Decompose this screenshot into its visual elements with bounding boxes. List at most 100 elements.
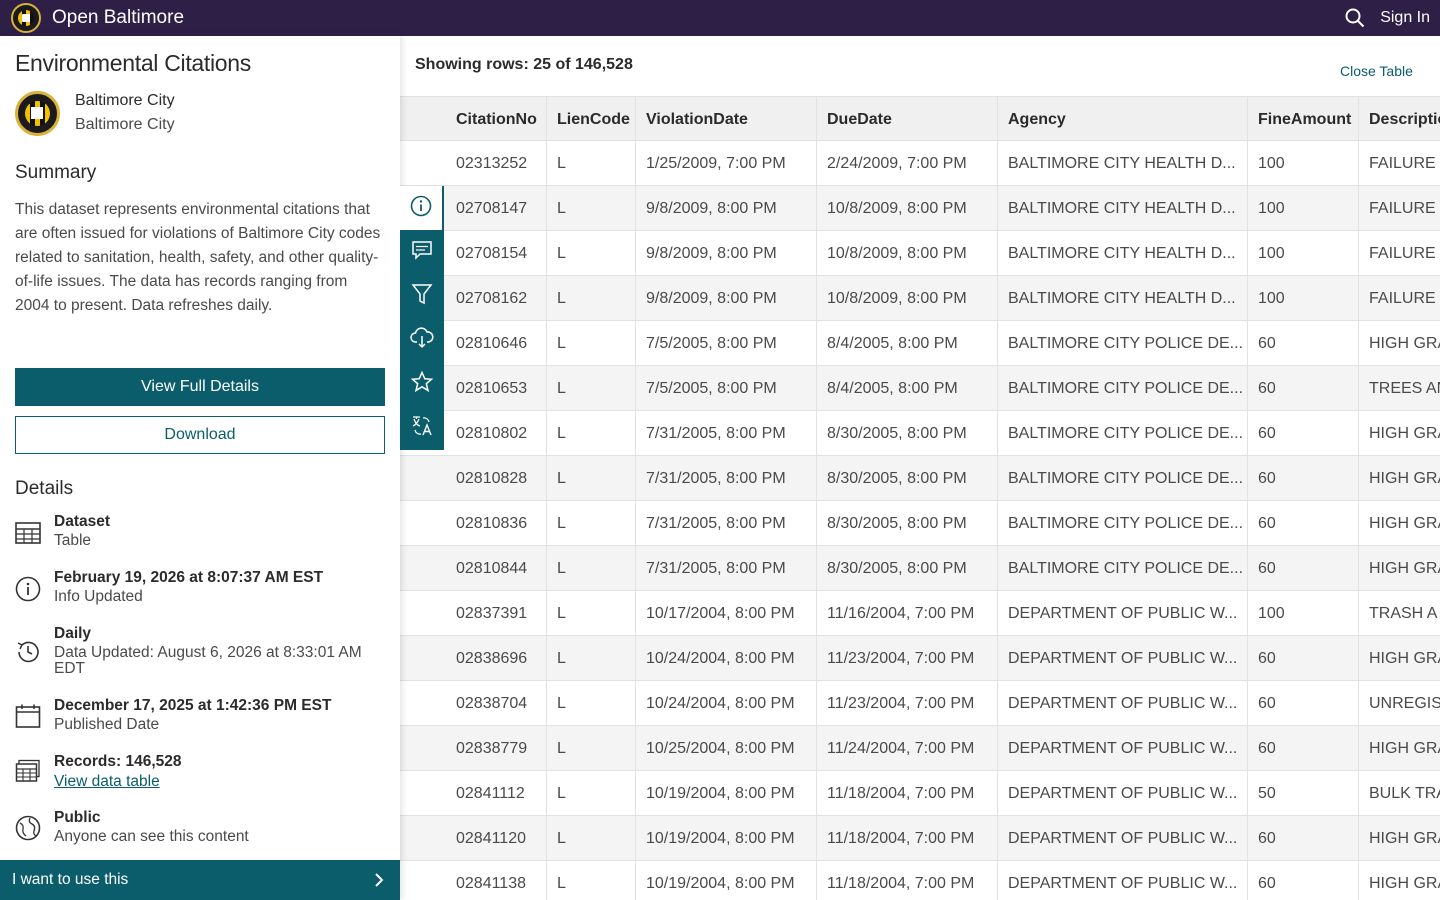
table-cell: 10/19/2004, 8:00 PM <box>636 771 817 816</box>
table-cell: 8/30/2005, 8:00 PM <box>817 546 998 591</box>
row-selector[interactable] <box>400 546 446 591</box>
table-row[interactable]: 02810844 L 7/31/2005, 8:00 PM 8/30/2005, 8:… <box>400 546 1440 591</box>
sign-in-link[interactable]: Sign In <box>1380 9 1430 27</box>
table-row[interactable]: 02810802 L 7/31/2005, 8:00 PM 8/30/2005, 8:… <box>400 411 1440 456</box>
table-cell: TREES AN <box>1369 379 1440 397</box>
download-button[interactable]: Download <box>15 416 385 454</box>
owner-name[interactable]: Baltimore City <box>75 92 175 110</box>
table-cell: HIGH GRA <box>1369 649 1440 667</box>
table-row[interactable]: 02838696 L 10/24/2004, 8:00 PM 11/23/2004, … <box>400 636 1440 681</box>
table-row[interactable]: 02837391 L 10/17/2004, 8:00 PM 11/16/2004, … <box>400 591 1440 636</box>
table-cell: 10/24/2004, 8:00 PM <box>636 681 817 726</box>
table-cell: DEPARTMENT OF PUBLIC W... <box>998 726 1248 771</box>
table-cell: L <box>547 321 636 366</box>
site-title[interactable]: Open Baltimore <box>52 7 184 29</box>
table-cell: 10/19/2004, 8:00 PM <box>636 816 817 861</box>
row-selector[interactable] <box>400 816 446 861</box>
table-cell: 10/8/2009, 8:00 PM <box>817 276 998 321</box>
column-header[interactable]: Descriptio <box>1359 97 1440 142</box>
close-table-link[interactable]: Close Table <box>1340 63 1413 79</box>
table-row[interactable]: 02810828 L 7/31/2005, 8:00 PM 8/30/2005, 8:… <box>400 456 1440 501</box>
table-row[interactable]: 02313252 L 1/25/2009, 7:00 PM 2/24/2009, 7:… <box>400 141 1440 186</box>
table-row[interactable]: 02708162 L 9/8/2009, 8:00 PM 10/8/2009, 8:0… <box>400 276 1440 321</box>
search-icon[interactable] <box>1344 7 1366 29</box>
row-selector[interactable] <box>400 726 446 771</box>
comment-tool-button[interactable] <box>400 230 444 274</box>
row-selector[interactable] <box>400 501 446 546</box>
filter-tool-button[interactable] <box>400 274 444 318</box>
history-icon <box>15 639 41 665</box>
table-cell: 60 <box>1248 411 1359 456</box>
table-row[interactable]: 02810646 L 7/5/2005, 8:00 PM 8/4/2005, 8:00… <box>400 321 1440 366</box>
table-cell: 9/8/2009, 8:00 PM <box>636 186 817 231</box>
summary-text: This dataset represents environmental ci… <box>15 201 381 314</box>
view-data-table-link[interactable]: View data table <box>54 773 160 791</box>
detail-info-main: February 19, 2026 at 8:07:37 AM EST <box>54 569 324 586</box>
column-header[interactable]: DueDate <box>817 97 998 142</box>
table-cell: 02810836 <box>446 501 547 546</box>
table-cell: BALTIMORE CITY HEALTH D... <box>998 231 1248 276</box>
table-cell: 9/8/2009, 8:00 PM <box>636 276 817 321</box>
table-cell: 8/4/2005, 8:00 PM <box>817 321 998 366</box>
table-cell: L <box>547 231 636 276</box>
row-selector[interactable] <box>400 861 446 900</box>
row-selector[interactable] <box>400 591 446 636</box>
table-cell: BALTIMORE CITY HEALTH D... <box>998 141 1248 186</box>
row-selector[interactable] <box>400 141 446 186</box>
table-cell: 02810844 <box>446 546 547 591</box>
download-tool-button[interactable] <box>400 318 444 362</box>
table-cell: 11/23/2004, 7:00 PM <box>817 681 998 726</box>
table-cell: 02810802 <box>446 411 547 456</box>
table-cell: FAILURE T <box>1369 199 1440 217</box>
i-want-to-use-this-bar[interactable]: I want to use this <box>0 860 400 900</box>
table-row[interactable]: 02810653 L 7/5/2005, 8:00 PM 8/4/2005, 8:00… <box>400 366 1440 411</box>
table-cell: 60 <box>1248 456 1359 501</box>
table-row[interactable]: 02810836 L 7/31/2005, 8:00 PM 8/30/2005, 8:… <box>400 501 1440 546</box>
table-cell: 7/31/2005, 8:00 PM <box>636 546 817 591</box>
table-cell: L <box>547 726 636 771</box>
detail-info-sub: Info Updated <box>54 588 143 605</box>
column-header[interactable]: FineAmount <box>1248 97 1359 142</box>
table-header-selector[interactable] <box>400 97 446 142</box>
top-bar: Open Baltimore Sign In <box>0 0 1440 36</box>
table-cell: 60 <box>1248 636 1359 681</box>
table-row[interactable]: 02841112 L 10/19/2004, 8:00 PM 11/18/2004, … <box>400 771 1440 816</box>
column-header[interactable]: Agency <box>998 97 1248 142</box>
table-cell: 10/24/2004, 8:00 PM <box>636 636 817 681</box>
info-tool-button[interactable] <box>400 186 444 230</box>
table-cell: HIGH GRA <box>1369 874 1440 892</box>
baltimore-seal-logo[interactable] <box>11 3 41 33</box>
translate-tool-button[interactable] <box>400 406 444 450</box>
table-row[interactable]: 02841120 L 10/19/2004, 8:00 PM 11/18/2004, … <box>400 816 1440 861</box>
table-cell: 10/25/2004, 8:00 PM <box>636 726 817 771</box>
column-header[interactable]: ViolationDate <box>636 97 817 142</box>
table-row[interactable]: 02708154 L 9/8/2009, 8:00 PM 10/8/2009, 8:0… <box>400 231 1440 276</box>
row-selector[interactable] <box>400 771 446 816</box>
table-cell: L <box>547 816 636 861</box>
column-header[interactable]: CitationNo <box>446 97 547 142</box>
star-icon <box>410 370 434 398</box>
view-full-details-button[interactable]: View Full Details <box>15 368 385 406</box>
table-cell: 02841112 <box>446 771 547 816</box>
favorite-tool-button[interactable] <box>400 362 444 406</box>
table-cell: 02810653 <box>446 366 547 411</box>
table-cell: 100 <box>1248 276 1359 321</box>
row-selector[interactable] <box>400 681 446 726</box>
table-cell: 02313252 <box>446 141 547 186</box>
row-selector[interactable] <box>400 636 446 681</box>
table-row[interactable]: 02708147 L 9/8/2009, 8:00 PM 10/8/2009, 8:0… <box>400 186 1440 231</box>
row-selector[interactable] <box>400 456 446 501</box>
table-row[interactable]: 02838779 L 10/25/2004, 8:00 PM 11/24/2004, … <box>400 726 1440 771</box>
table-cell: 11/23/2004, 7:00 PM <box>817 636 998 681</box>
table-row[interactable]: 02838704 L 10/24/2004, 8:00 PM 11/23/2004, … <box>400 681 1440 726</box>
table-cell: 7/5/2005, 8:00 PM <box>636 366 817 411</box>
table-row[interactable]: 02841138 L 10/19/2004, 8:00 PM 11/18/2004, … <box>400 861 1440 900</box>
detail-access-sub: Anyone can see this content <box>54 828 249 845</box>
table-cell: 10/8/2009, 8:00 PM <box>817 231 998 276</box>
column-header[interactable]: LienCode <box>547 97 636 142</box>
table-cell: 100 <box>1248 591 1359 636</box>
table-cell: 100 <box>1248 141 1359 186</box>
owner-avatar <box>15 91 60 136</box>
table-cell: 60 <box>1248 366 1359 411</box>
table-cell: 02810646 <box>446 321 547 366</box>
